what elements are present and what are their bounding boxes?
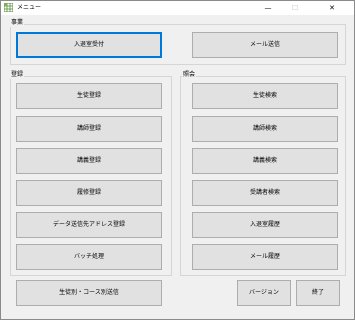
inquiry-group-label: 照会	[182, 71, 197, 79]
register-group-label: 登録	[10, 71, 25, 79]
maximize-icon: ☐	[291, 4, 299, 12]
entry-reception-button[interactable]: 入退室受付	[16, 32, 162, 58]
minimize-button[interactable]: —	[257, 1, 279, 15]
mail-history-button[interactable]: メール履歴	[192, 244, 338, 270]
send-mail-button[interactable]: メール送信	[192, 32, 338, 58]
register-instructor-button[interactable]: 講師登録	[16, 116, 162, 142]
version-button[interactable]: バージョン	[237, 280, 291, 306]
register-lecture-button[interactable]: 講義登録	[16, 148, 162, 174]
minimize-icon: —	[264, 4, 272, 12]
window-title: メニュー	[17, 4, 42, 11]
business-group-label: 事業	[10, 19, 25, 27]
register-data-address-button[interactable]: データ送信先アドレス登録	[16, 212, 162, 238]
menu-window: メニュー — ☐ ✕ 事業 入退室受付 メール送信 登録 生徒登録 講師登録 講…	[0, 0, 355, 320]
exit-button[interactable]: 終了	[296, 280, 340, 306]
search-instructor-button[interactable]: 講師検索	[192, 116, 338, 142]
search-student-button[interactable]: 生徒検索	[192, 83, 338, 109]
register-student-button[interactable]: 生徒登録	[16, 83, 162, 109]
search-lecture-button[interactable]: 講義検索	[192, 148, 338, 174]
batch-process-button[interactable]: バッチ処理	[16, 244, 162, 270]
app-grid-icon	[4, 3, 13, 12]
search-attendee-button[interactable]: 受講者検索	[192, 180, 338, 206]
close-button[interactable]: ✕	[321, 1, 343, 15]
close-icon: ✕	[329, 4, 335, 12]
send-student-course-button[interactable]: 生徒別・コース別送信	[16, 280, 162, 306]
register-enrollment-button[interactable]: 履修登録	[16, 180, 162, 206]
maximize-button[interactable]: ☐	[284, 1, 306, 15]
title-bar: メニュー — ☐ ✕	[1, 1, 354, 15]
entry-history-button[interactable]: 入退室履歴	[192, 212, 338, 238]
